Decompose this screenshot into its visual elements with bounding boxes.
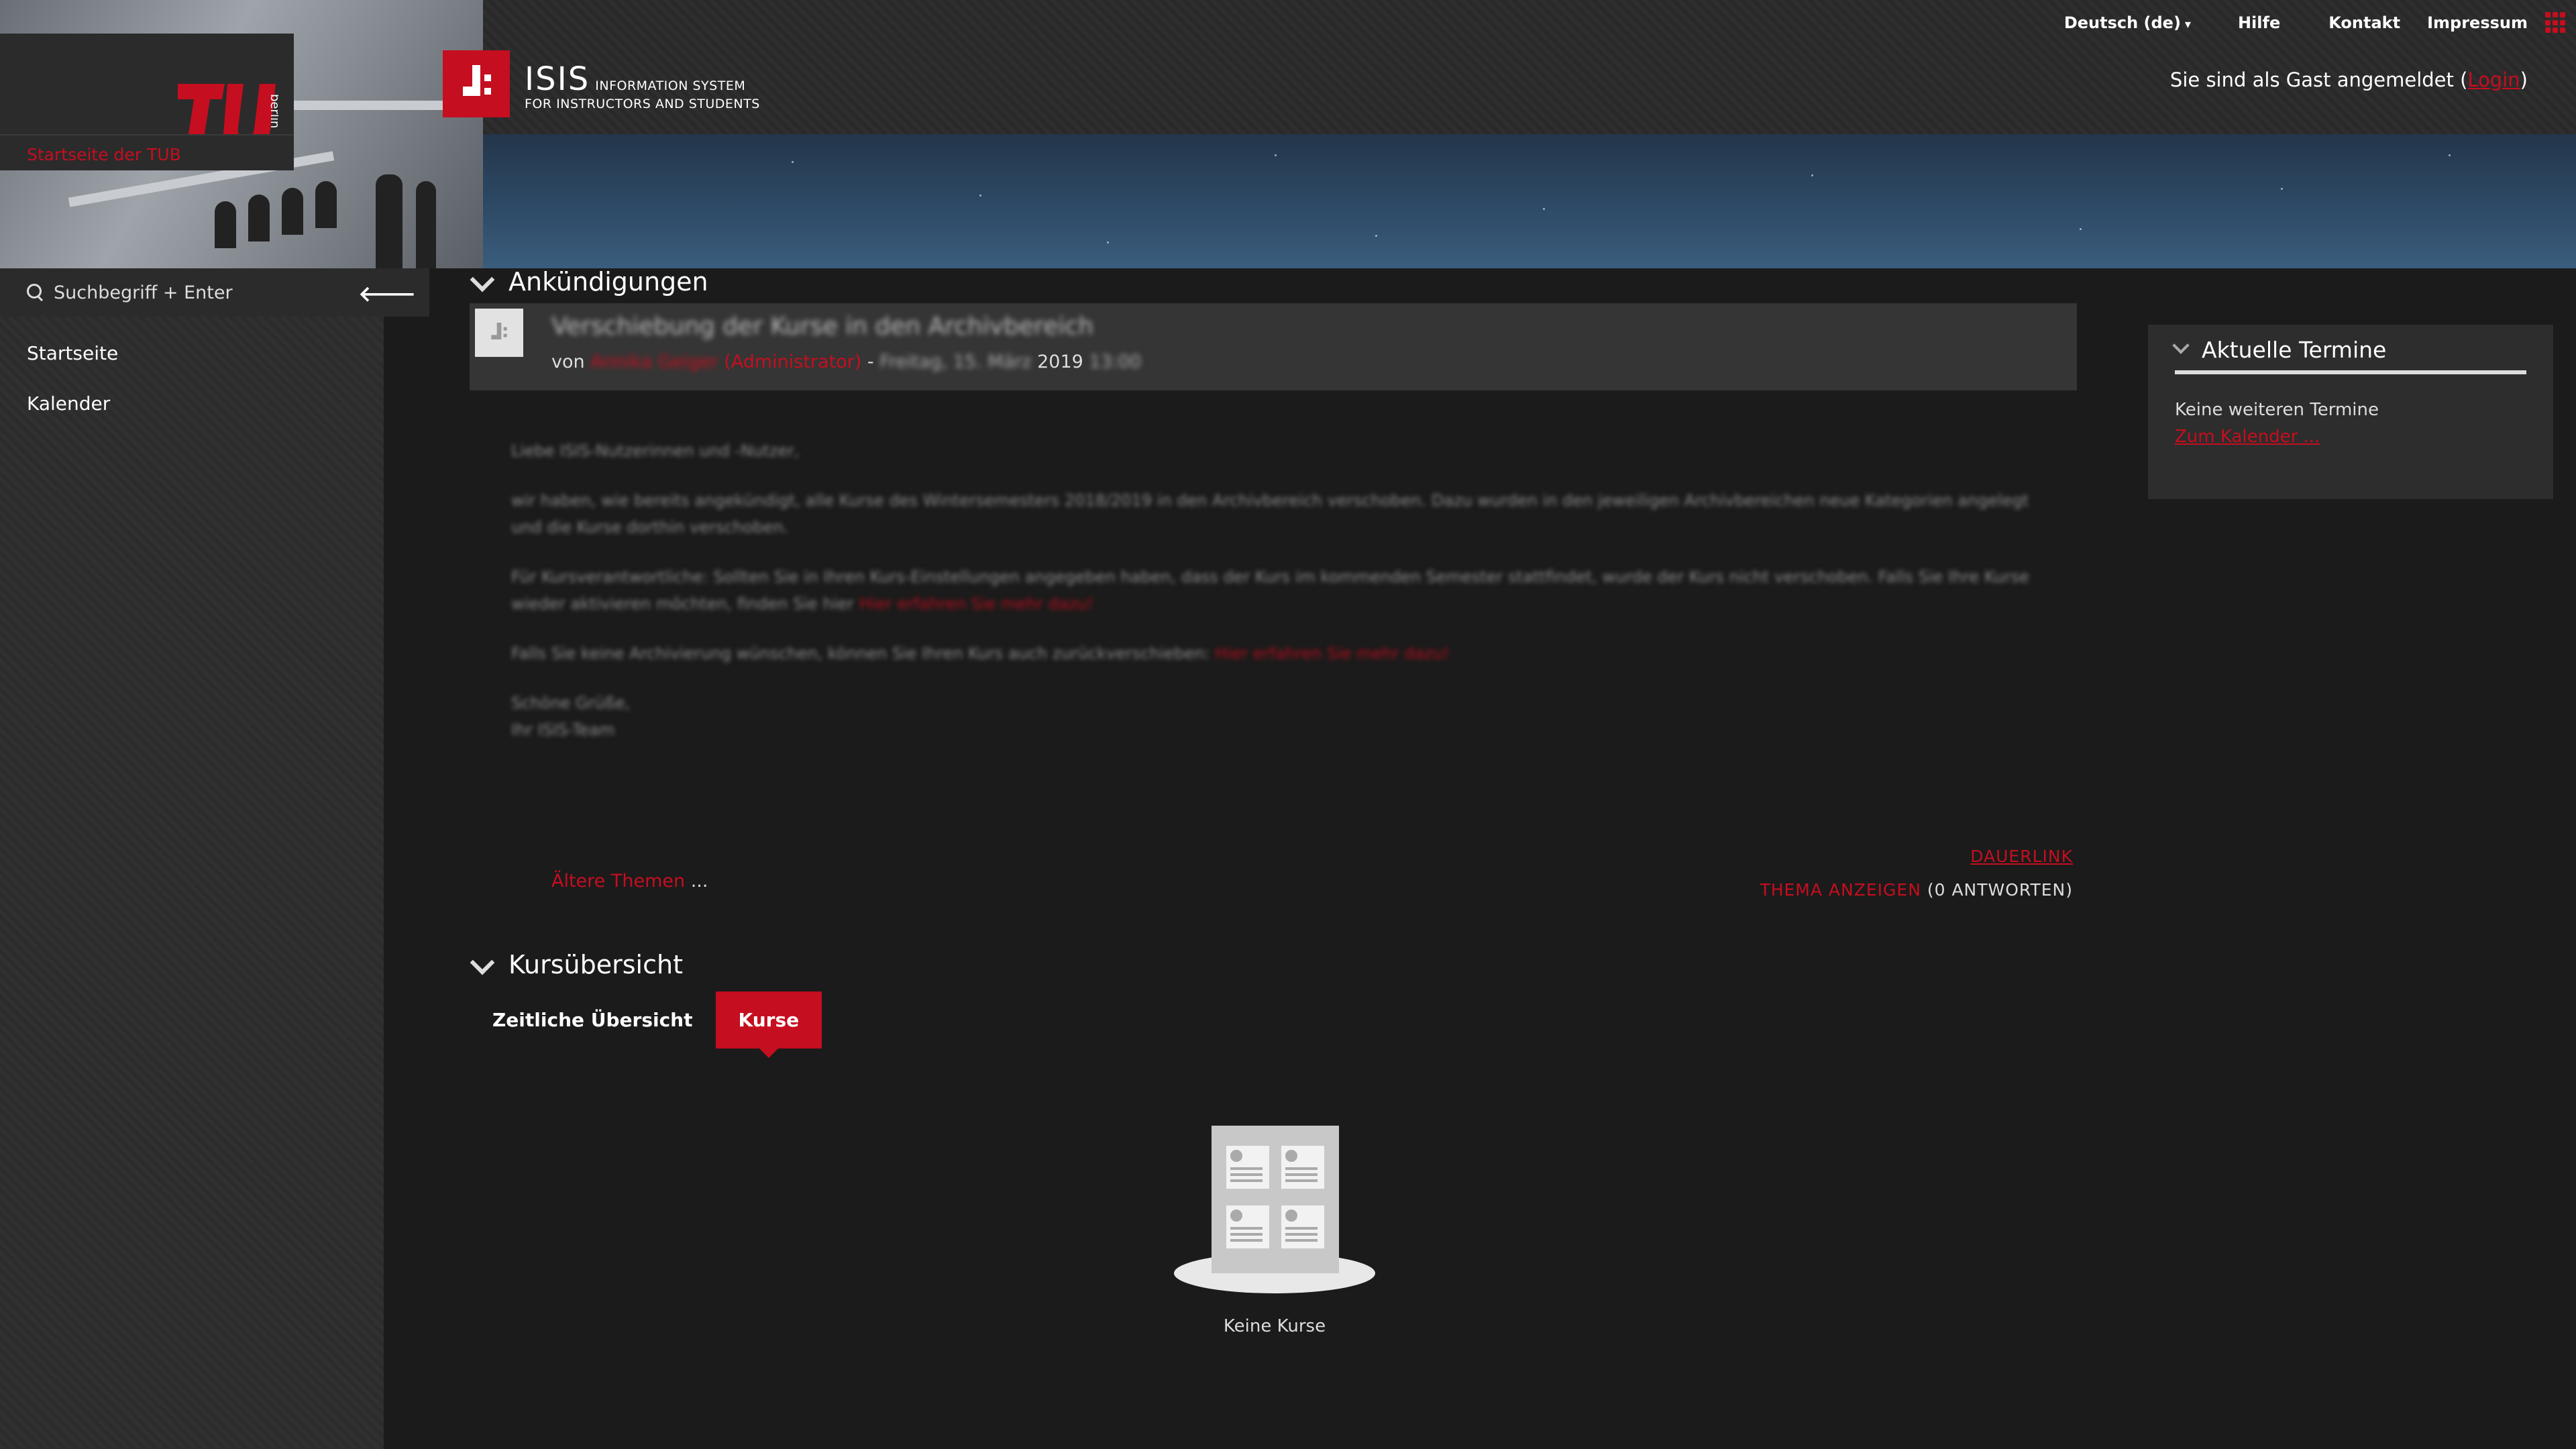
tub-link-bar: Startseite der TUB	[0, 134, 294, 170]
post-author[interactable]: Annika Geiger	[590, 352, 718, 372]
empty-courses-label: Keine Kurse	[1223, 1316, 1326, 1336]
upcoming-events-title: Aktuelle Termine	[2202, 337, 2387, 363]
post-subject[interactable]: Verschiebung der Kurse in den Archivbere…	[551, 313, 1093, 340]
tu-logo-text: berlin	[268, 94, 278, 128]
calendar-link[interactable]: Zum Kalender ...	[2175, 427, 2320, 447]
search-input[interactable]	[54, 282, 376, 303]
no-events-text: Keine weiteren Termine	[2175, 400, 2379, 420]
isis-avatar-icon	[491, 323, 507, 339]
guest-text: Sie sind als Gast angemeldet (	[2169, 68, 2468, 91]
search-icon	[27, 284, 44, 301]
tab-timeline[interactable]: Zeitliche Übersicht	[470, 991, 716, 1049]
tab-courses[interactable]: Kurse	[715, 991, 822, 1058]
avatar	[475, 309, 523, 357]
post-paragraph: Falls Sie keine Archivierung wünschen, k…	[511, 644, 1450, 663]
show-thread: THEMA ANZEIGEN (0 ANTWORTEN)	[1760, 880, 2073, 900]
sidebar-item-startseite[interactable]: Startseite	[27, 342, 118, 364]
guest-suffix: )	[2520, 68, 2528, 91]
post-author-role[interactable]: (Administrator)	[724, 352, 861, 372]
show-thread-link[interactable]: THEMA ANZEIGEN	[1760, 880, 1921, 900]
post-year: 2019	[1037, 352, 1083, 372]
sidebar-search: 🡐	[0, 268, 429, 317]
post-inline-link[interactable]: Hier erfahren Sie mehr dazu!	[1215, 644, 1449, 663]
sidebar-nav: Startseite Kalender	[27, 342, 118, 443]
post-paragraph: wir haben, wie bereits angekündigt, alle…	[511, 491, 2029, 537]
post-paragraph: Liebe ISIS-Nutzerinnen und -Nutzer,	[511, 441, 800, 460]
sidebar: 🡐 Startseite Kalender	[0, 268, 429, 1449]
isis-subtitle-2: FOR INSTRUCTORS AND STUDENTS	[525, 97, 760, 111]
isis-logo[interactable]	[443, 50, 510, 117]
sidebar-item-kalender[interactable]: Kalender	[27, 392, 118, 415]
courses-header[interactable]: Kursübersicht	[470, 950, 683, 979]
post-body: Liebe ISIS-Nutzerinnen und -Nutzer, wir …	[511, 437, 2081, 766]
top-nav: Deutsch (de) Hilfe Kontakt Impressum	[2064, 9, 2576, 36]
empty-courses-illustration	[1174, 1126, 1375, 1300]
tub-homepage-link[interactable]: Startseite der TUB	[27, 145, 181, 164]
login-link[interactable]: Login	[2467, 68, 2520, 91]
reply-count: (0 ANTWORTEN)	[1921, 880, 2073, 900]
chevron-down-icon	[470, 270, 494, 294]
isis-title-block: ISIS INFORMATION SYSTEM FOR INSTRUCTORS A…	[525, 60, 760, 111]
chevron-down-icon[interactable]	[2171, 338, 2191, 358]
post-header: Verschiebung der Kurse in den Archivbere…	[470, 303, 2077, 390]
chevron-down-icon	[470, 953, 494, 977]
isis-title: ISIS	[525, 60, 590, 98]
arrow-left-icon[interactable]: 🡐	[358, 280, 416, 307]
older-topics-link[interactable]: Ältere Themen	[551, 871, 685, 892]
older-ellipsis: ...	[685, 871, 708, 892]
announcements-title: Ankündigungen	[508, 267, 708, 297]
post-dash: -	[867, 352, 874, 372]
older-topics: Ältere Themen ...	[551, 871, 708, 892]
permalink-link[interactable]: DAUERLINK	[1970, 847, 2073, 866]
post-paragraph: Schöne Grüße, Ihr ISIS-Team	[511, 694, 631, 739]
language-menu[interactable]: Deutsch (de)	[2064, 13, 2191, 32]
imprint-link[interactable]: Impressum	[2427, 13, 2528, 32]
post-meta: von Annika Geiger (Administrator) - Frei…	[551, 352, 1141, 372]
main-content: Ankündigungen Verschiebung der Kurse in …	[470, 267, 2080, 1336]
contact-link[interactable]: Kontakt	[2328, 13, 2400, 32]
post-paragraph: Für Kursverantwortliche: Sollten Sie in …	[511, 568, 2029, 613]
isis-subtitle-1: INFORMATION SYSTEM	[595, 78, 746, 93]
guest-status: Sie sind als Gast angemeldet (Login)	[2170, 68, 2528, 91]
divider	[2175, 370, 2526, 374]
courses-header-wrap: Kursübersicht	[470, 950, 683, 979]
post-time: 13:00	[1089, 352, 1142, 372]
apps-grid-icon[interactable]	[2545, 12, 2567, 34]
upcoming-events-block: Aktuelle Termine Keine weiteren Termine …	[2148, 325, 2553, 499]
post-by: von	[551, 352, 585, 372]
announcements-header[interactable]: Ankündigungen	[470, 267, 2080, 297]
course-tabs: Zeitliche Übersicht Kurse	[470, 991, 822, 1058]
courses-title: Kursübersicht	[508, 950, 683, 979]
post-inline-link[interactable]: Hier erfahren Sie mehr dazu!	[859, 594, 1093, 613]
post-date: Freitag, 15. März	[879, 352, 1032, 372]
isis-mark-icon	[463, 65, 491, 96]
help-link[interactable]: Hilfe	[2238, 13, 2280, 32]
